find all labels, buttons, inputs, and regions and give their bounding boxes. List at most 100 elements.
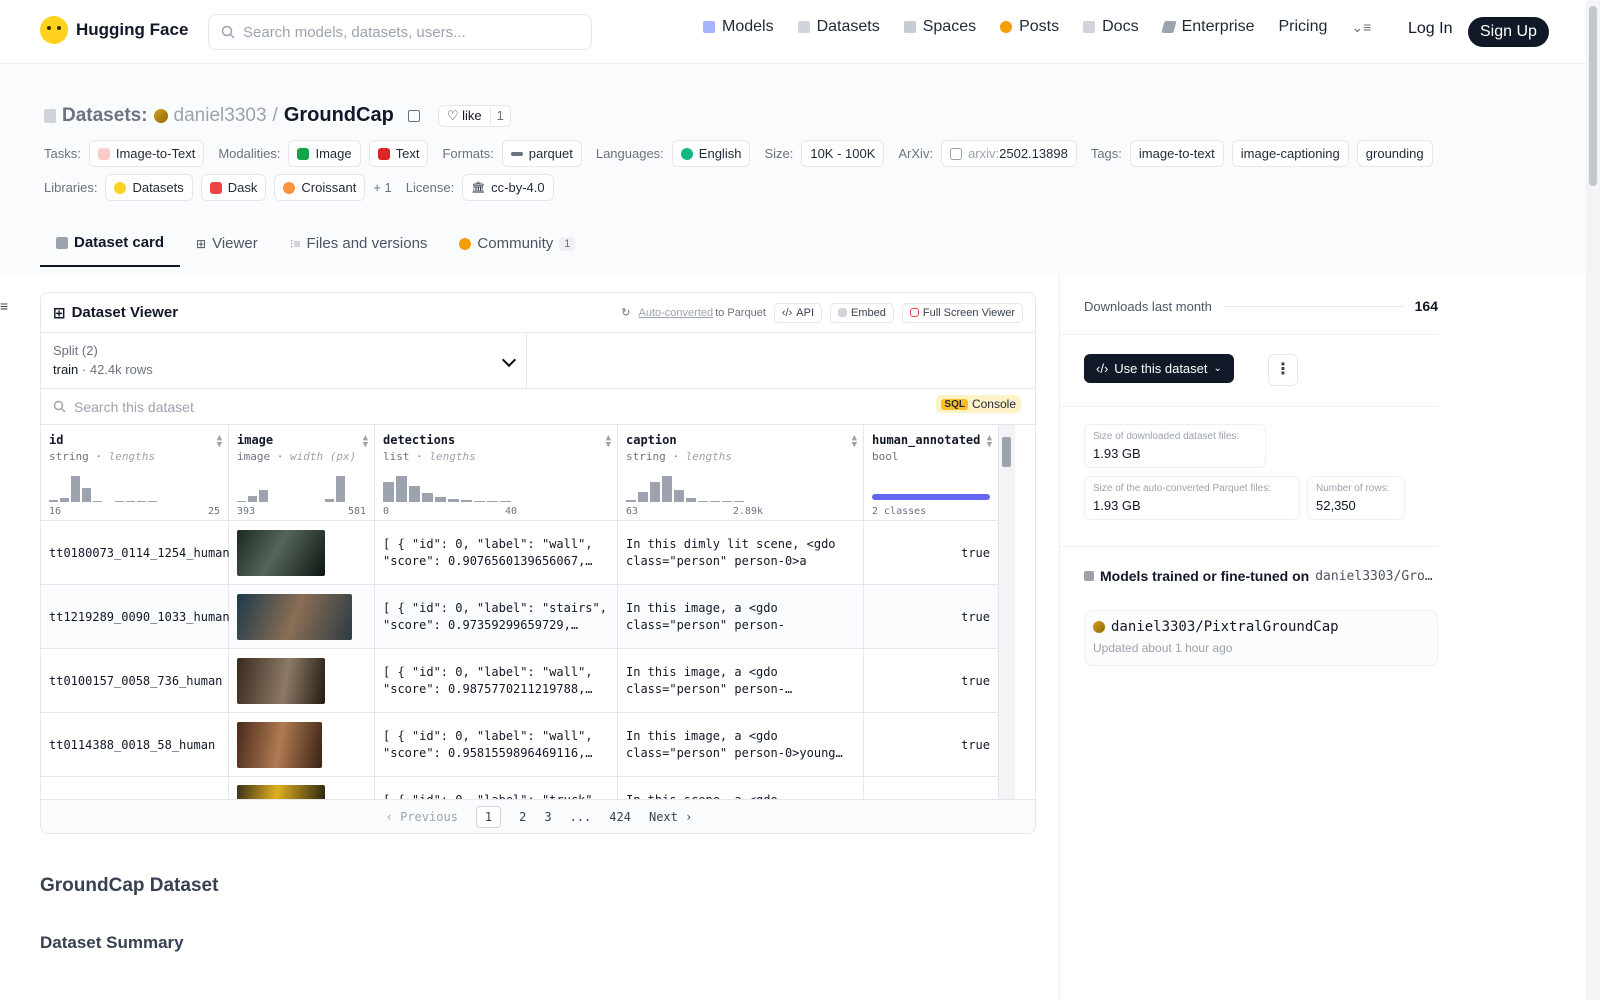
cell-id: tt0100157_0058_736_human <box>41 649 229 713</box>
range-min: 16 <box>49 506 62 517</box>
sort-icon[interactable]: ▲ ▼ <box>606 434 611 450</box>
image-thumbnail[interactable] <box>237 722 322 768</box>
libraries-more[interactable]: + 1 <box>373 180 391 195</box>
cell-image[interactable] <box>229 777 375 801</box>
code-icon: ‹/› <box>781 306 793 319</box>
bank-icon: 🏛 <box>471 182 486 194</box>
cube-icon <box>703 21 715 33</box>
next-button[interactable]: Next › <box>649 810 692 824</box>
more-menu-icon[interactable]: ⌄≡ <box>1351 19 1371 36</box>
nav-docs[interactable]: Docs <box>1083 18 1139 36</box>
page-last[interactable]: 424 <box>609 810 631 824</box>
api-button[interactable]: ‹/› API <box>773 302 823 323</box>
image-thumbnail[interactable] <box>237 658 325 704</box>
community-count-badge: 1 <box>559 236 576 251</box>
tag-library-dask[interactable]: Dask <box>200 174 267 201</box>
scrollbar-thumb[interactable] <box>1002 437 1011 467</box>
tag-modality-text[interactable]: Text <box>368 140 429 167</box>
table-row[interactable]: tt0100157_0058_736_human [ { "id": 0, "l… <box>41 649 999 713</box>
tag-language[interactable]: English <box>671 140 751 167</box>
login-link[interactable]: Log In <box>1408 20 1452 38</box>
tag-size[interactable]: 10K - 100K <box>801 140 885 167</box>
nav-models[interactable]: Models <box>703 18 774 36</box>
column-header-id[interactable]: id string · lengths ▲ ▼ 16 25 <box>41 425 229 521</box>
dataset-search-input[interactable]: Search this dataset SQL Console <box>41 389 1035 425</box>
previous-button[interactable]: ‹ Previous <box>386 810 458 824</box>
full-screen-viewer-button[interactable]: Full Screen Viewer <box>901 302 1023 323</box>
sort-icon[interactable]: ▲ ▼ <box>852 434 857 450</box>
page-scrollbar[interactable] <box>1586 0 1600 1000</box>
use-this-dataset-button[interactable]: ‹/› Use this dataset ⌄ <box>1084 354 1234 383</box>
search-icon <box>221 25 235 39</box>
divider <box>1060 334 1438 335</box>
tag-task[interactable]: Image-to-Text <box>88 140 205 167</box>
tag-item[interactable]: image-captioning <box>1231 140 1349 167</box>
sql-console-button[interactable]: SQL Console <box>936 395 1021 413</box>
range-max: 25 <box>207 506 220 517</box>
cell-image[interactable] <box>229 585 375 649</box>
owner-link[interactable]: daniel3303 <box>174 105 267 127</box>
nav-spaces[interactable]: Spaces <box>903 18 976 36</box>
cell-image[interactable] <box>229 521 375 585</box>
nav-datasets[interactable]: Datasets <box>797 18 880 36</box>
tag-arxiv[interactable]: arxiv: 2502.13898 <box>941 140 1077 167</box>
tab-viewer[interactable]: ⊞ Viewer <box>180 226 274 267</box>
copy-icon[interactable] <box>407 109 420 122</box>
range-max: 581 <box>347 506 366 517</box>
table-row[interactable]: tt0180073_0114_1254_human [ { "id": 0, "… <box>41 521 999 585</box>
tag-modality-image[interactable]: Image <box>288 140 361 167</box>
sort-icon[interactable]: ▲ ▼ <box>363 434 368 450</box>
page-scrollbar-thumb[interactable] <box>1589 6 1597 186</box>
breadcrumb: Datasets: daniel3303 / GroundCap ♡ like … <box>44 104 511 127</box>
hf-logo[interactable]: Hugging Face <box>40 16 188 44</box>
table-row[interactable]: [ { "id": 0, "label": "truck", In this s… <box>41 777 999 801</box>
tab-community[interactable]: Community 1 <box>443 226 591 267</box>
histogram <box>49 472 157 502</box>
page-3[interactable]: 3 <box>544 810 551 824</box>
toc-toggle-icon[interactable]: ≡ <box>0 298 8 314</box>
nav-enterprise[interactable]: Enterprise <box>1160 18 1254 36</box>
range-min: 0 <box>383 506 390 517</box>
tab-dataset-card[interactable]: Dataset card <box>40 226 181 267</box>
cell-image[interactable] <box>229 649 375 713</box>
fullscreen-icon <box>909 308 919 317</box>
dataset-name[interactable]: GroundCap <box>284 104 394 127</box>
page-2[interactable]: 2 <box>519 810 526 824</box>
tag-format[interactable]: parquet <box>501 140 582 167</box>
column-header-detections[interactable]: detections list · lengths ▲ ▼ 0 40 <box>375 425 618 521</box>
image-thumbnail[interactable] <box>237 594 352 640</box>
column-header-caption[interactable]: caption string · lengths ▲ ▼ 63 2.89k <box>618 425 864 521</box>
column-header-image[interactable]: image image · width (px) ▲ ▼ 393 581 <box>229 425 375 521</box>
tab-files-and-versions[interactable]: ⁝≡ Files and versions <box>274 226 444 267</box>
table-row[interactable]: tt1219289_0090_1033_human [ { "id": 0, "… <box>41 585 999 649</box>
cell-text: tt0180073_0114_1254_human <box>49 546 230 560</box>
model-card[interactable]: daniel3303/PixtralGroundCap Updated abou… <box>1084 610 1438 666</box>
repo-tabs: Dataset card ⊞ Viewer ⁝≡ Files and version… <box>40 226 591 267</box>
tag-library-datasets[interactable]: Datasets <box>105 174 193 201</box>
like-button[interactable]: ♡ like 1 <box>437 104 511 127</box>
nav-pricing[interactable]: Pricing <box>1278 18 1327 36</box>
more-options-icon[interactable]: ⋮ <box>1268 354 1298 386</box>
table-scrollbar[interactable] <box>999 425 1015 801</box>
column-header-human-annotated[interactable]: human_annotated bool ▲ ▼ 2 classes <box>864 425 999 521</box>
auto-converted-link[interactable]: Auto-converted <box>639 307 714 319</box>
split-selector[interactable]: Split (2) train · 42.4k rows <box>41 333 527 388</box>
signup-button[interactable]: Sign Up <box>1468 17 1549 47</box>
embed-button[interactable]: Embed <box>830 302 894 323</box>
tab-label: Community <box>477 235 554 252</box>
tag-library-croissant[interactable]: Croissant <box>274 174 366 201</box>
cell-image[interactable] <box>229 713 375 777</box>
tag-item[interactable]: grounding <box>1356 140 1433 167</box>
image-thumbnail[interactable] <box>237 530 325 576</box>
table-row[interactable]: tt0114388_0018_58_human [ { "id": 0, "la… <box>41 713 999 777</box>
cell-caption: In this image, a <gdo class="person" per… <box>618 713 864 777</box>
sort-icon[interactable]: ▲ ▼ <box>987 434 992 450</box>
size-value: 1.93 GB <box>1093 498 1141 513</box>
tag-license[interactable]: 🏛 cc-by-4.0 <box>462 174 554 201</box>
nav-posts[interactable]: Posts <box>1000 18 1059 36</box>
global-search-input[interactable]: Search models, datasets, users... <box>208 14 592 50</box>
sort-icon[interactable]: ▲ ▼ <box>217 434 222 450</box>
page-1[interactable]: 1 <box>475 805 502 828</box>
tag-item[interactable]: image-to-text <box>1129 140 1224 167</box>
like-count: 1 <box>489 105 510 126</box>
